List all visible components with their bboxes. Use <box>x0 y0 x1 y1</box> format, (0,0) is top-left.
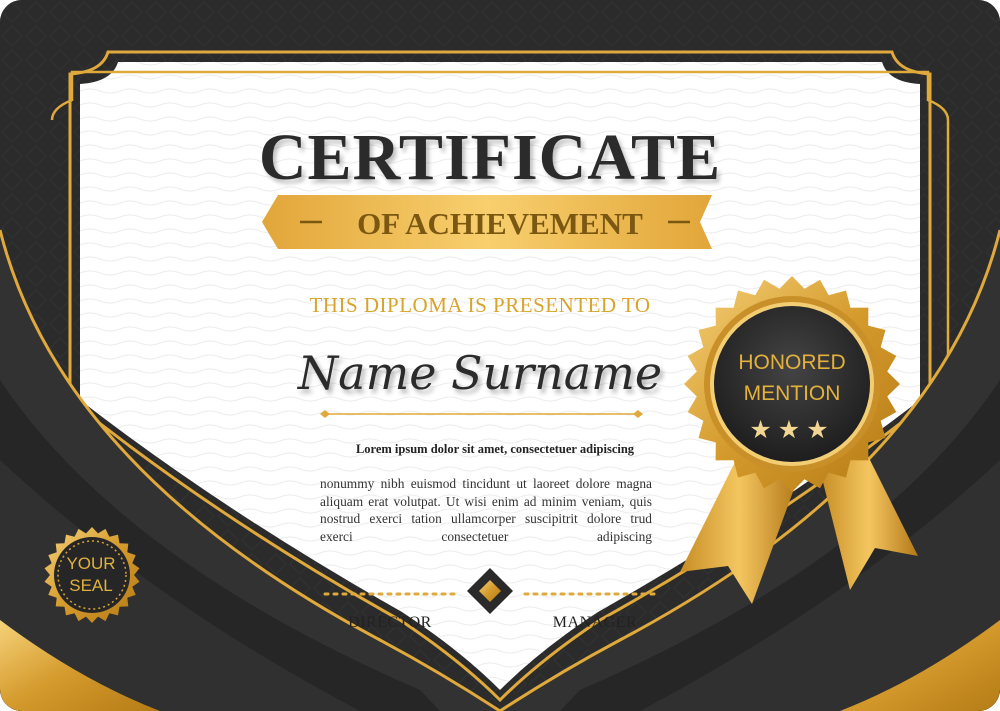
badge-line-1: HONORED <box>738 351 846 374</box>
seal-line-1: YOUR <box>66 554 116 573</box>
badge-line-2: MENTION <box>743 382 841 405</box>
certificate-subtitle: OF ACHIEVEMENT <box>357 206 643 241</box>
presented-to-text: THIS DIPLOMA IS PRESENTED TO <box>309 293 651 317</box>
seal-line-2: SEAL <box>69 576 113 595</box>
star-icon: ★★★ <box>749 415 835 444</box>
signature-manager: MANAGER <box>552 614 638 631</box>
lorem-body: nonummy nibh euismod tincidunt ut laoree… <box>320 476 652 544</box>
signature-director: DIRECTOR <box>348 614 432 631</box>
certificate-title: CERTIFICATE <box>258 121 722 194</box>
lorem-heading: Lorem ipsum dolor sit amet, consectetuer… <box>355 442 635 456</box>
recipient-name: Name Surname <box>297 346 663 400</box>
certificate-card: CERTIFICATE OF ACHIEVEMENT THIS DIPLOMA … <box>0 0 1000 711</box>
